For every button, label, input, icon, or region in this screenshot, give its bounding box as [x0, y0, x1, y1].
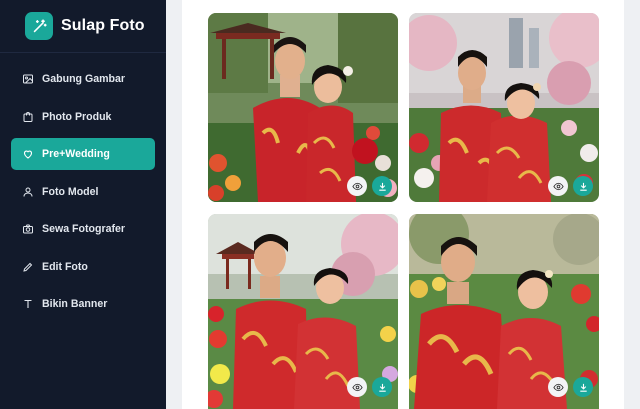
eye-icon	[552, 182, 564, 190]
download-button[interactable]	[372, 176, 392, 196]
brand-name: Sulap Foto	[61, 17, 145, 34]
sidebar-item-gabung-gambar[interactable]: Gabung Gambar	[11, 63, 155, 95]
photo-image	[208, 13, 398, 202]
sidebar: Sulap Foto Gabung Gambar Photo Produk Pr…	[0, 0, 166, 409]
photo-actions	[548, 176, 593, 196]
sidebar-item-photo-produk[interactable]: Photo Produk	[11, 101, 155, 133]
gallery-photo[interactable]	[208, 214, 398, 409]
sidebar-item-label: Gabung Gambar	[42, 73, 125, 85]
eye-icon	[552, 383, 564, 391]
download-icon	[579, 182, 587, 191]
download-icon	[378, 182, 386, 191]
photo-actions	[347, 377, 392, 397]
photo-actions	[548, 377, 593, 397]
gallery-photo[interactable]	[409, 13, 599, 202]
gallery-photo[interactable]	[208, 13, 398, 202]
download-button[interactable]	[372, 377, 392, 397]
shopping-bag-icon	[22, 111, 34, 123]
view-button[interactable]	[347, 176, 367, 196]
sidebar-item-foto-model[interactable]: Foto Model	[11, 176, 155, 208]
sidebar-item-edit-foto[interactable]: Edit Foto	[11, 251, 155, 283]
gallery-panel	[182, 0, 624, 409]
view-button[interactable]	[548, 176, 568, 196]
photo-actions	[347, 176, 392, 196]
heart-icon	[22, 148, 34, 160]
sidebar-item-label: Bikin Banner	[42, 298, 108, 310]
sidebar-item-label: Sewa Fotografer	[42, 223, 126, 235]
view-button[interactable]	[548, 377, 568, 397]
download-icon	[579, 383, 587, 392]
magic-wand-icon	[25, 12, 53, 40]
sidebar-item-sewa-fotografer[interactable]: Sewa Fotografer	[11, 213, 155, 245]
sidebar-nav: Gabung Gambar Photo Produk Pre+Wedding F…	[11, 63, 155, 326]
gallery-photo[interactable]	[409, 214, 599, 409]
user-icon	[22, 186, 34, 198]
image-icon	[22, 73, 34, 85]
sidebar-item-label: Foto Model	[42, 185, 99, 198]
sidebar-item-pre-wedding[interactable]: Pre+Wedding	[11, 138, 155, 170]
download-button[interactable]	[573, 377, 593, 397]
sidebar-item-bikin-banner[interactable]: Bikin Banner	[11, 288, 155, 320]
eye-icon	[351, 383, 363, 391]
main-content	[166, 0, 640, 409]
sidebar-item-label: Edit Foto	[42, 260, 88, 273]
eye-icon	[351, 182, 363, 190]
sidebar-item-label: Photo Produk	[42, 110, 112, 123]
view-button[interactable]	[347, 377, 367, 397]
camera-icon	[22, 223, 34, 235]
divider	[0, 52, 166, 53]
photo-image	[409, 13, 599, 202]
text-icon	[22, 298, 34, 310]
download-button[interactable]	[573, 176, 593, 196]
brand[interactable]: Sulap Foto	[25, 11, 145, 41]
pencil-icon	[22, 261, 34, 273]
download-icon	[378, 383, 386, 392]
sidebar-item-label: Pre+Wedding	[42, 148, 110, 160]
